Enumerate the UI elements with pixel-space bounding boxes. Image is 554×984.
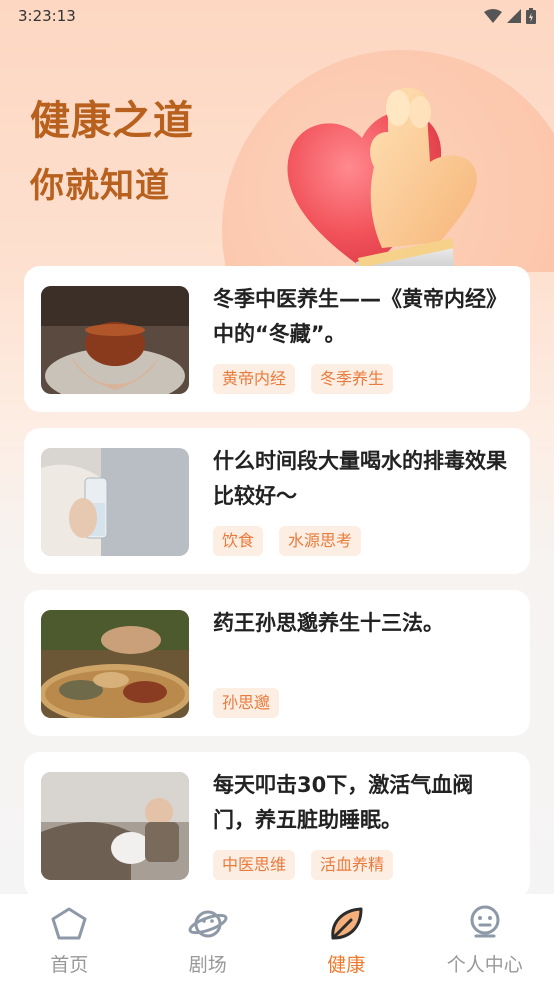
tab-label: 首页: [50, 954, 89, 976]
status-time: 3:23:13: [18, 7, 76, 25]
wifi-icon: [484, 9, 502, 23]
article-title: 冬季中医养生——《黄帝内经》中的“冬藏”。: [213, 287, 507, 346]
theater-planet-icon: [188, 904, 228, 944]
hero-banner: 健康之道 你就知道: [0, 32, 554, 272]
article-thumbnail-water: [41, 448, 189, 556]
home-pentagon-icon: [51, 904, 87, 944]
article-title: 什么时间段大量喝水的排毒效果比较好～: [213, 449, 507, 508]
tab-label: 个人中心: [446, 954, 523, 976]
article-thumbnail-piggybank: [41, 772, 189, 880]
article-title: 每天叩击30下，激活气血阀门，养五脏助睡眠。: [213, 773, 474, 832]
tab-label: 健康: [327, 954, 366, 976]
cell-signal-icon: [507, 9, 521, 23]
tag[interactable]: 黄帝内经: [213, 364, 296, 394]
status-icons: [484, 8, 536, 24]
tag[interactable]: 孙思邈: [213, 688, 280, 718]
article-title: 药王孙思邈养生十三法。: [213, 611, 444, 635]
tag-list: 中医思维 活血养精: [213, 850, 394, 880]
tag[interactable]: 饮食: [213, 526, 264, 556]
tab-health[interactable]: 健康: [291, 904, 401, 977]
article-thumbnail-herbs: [41, 610, 189, 718]
tag-list: 黄帝内经 冬季养生: [213, 364, 394, 394]
tab-label: 剧场: [188, 954, 227, 976]
article-card[interactable]: 什么时间段大量喝水的排毒效果比较好～ 饮食 水源思考: [24, 428, 530, 574]
tab-home[interactable]: 首页: [14, 904, 124, 977]
article-card[interactable]: 药王孙思邈养生十三法。 孙思邈: [24, 590, 530, 736]
tag-list: 饮食 水源思考: [213, 526, 362, 556]
tag[interactable]: 水源思考: [279, 526, 362, 556]
tag[interactable]: 冬季养生: [311, 364, 394, 394]
tab-profile[interactable]: 个人中心: [430, 904, 540, 977]
heart-hand-illustration: [287, 87, 477, 272]
status-bar: 3:23:13: [0, 0, 554, 32]
hero-subtitle: 你就知道: [30, 166, 170, 206]
tag[interactable]: 中医思维: [213, 850, 296, 880]
health-leaf-icon: [327, 904, 365, 944]
tab-theater[interactable]: 剧场: [153, 904, 263, 977]
bottom-tab-bar: 首页 剧场 健康 个人中心: [0, 894, 554, 984]
article-card[interactable]: 每天叩击30下，激活气血阀门，养五脏助睡眠。 中医思维 活血养精: [24, 752, 530, 898]
tag[interactable]: 活血养精: [311, 850, 394, 880]
article-card[interactable]: 冬季中医养生——《黄帝内经》中的“冬藏”。 黄帝内经 冬季养生: [24, 266, 530, 412]
hero-title: 健康之道: [30, 98, 194, 144]
article-thumbnail-tea: [41, 286, 189, 394]
profile-robot-icon: [468, 904, 502, 944]
battery-icon: [526, 8, 536, 24]
tag-list: 孙思邈: [213, 688, 280, 718]
